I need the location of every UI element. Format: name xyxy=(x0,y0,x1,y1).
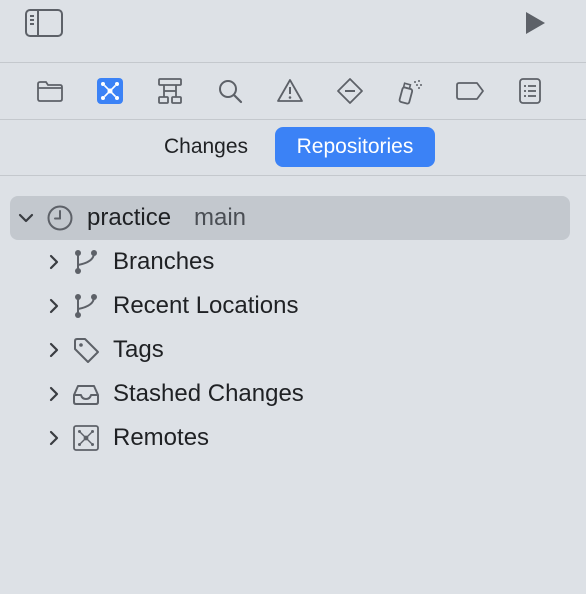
chevron-right-icon[interactable] xyxy=(44,252,64,272)
tree-item-recent-locations[interactable]: Recent Locations xyxy=(0,284,586,328)
search-icon xyxy=(219,80,243,104)
folder-icon xyxy=(37,81,63,102)
breakpoint-navigator-tab[interactable] xyxy=(454,75,486,107)
find-navigator-tab[interactable] xyxy=(214,75,246,107)
sidebar-toggle-button[interactable] xyxy=(22,6,66,40)
chevron-right-icon[interactable] xyxy=(44,428,64,448)
warning-icon xyxy=(277,79,303,102)
test-diamond-icon xyxy=(337,78,363,104)
segment-divider xyxy=(0,175,586,176)
tree-item-label: Stashed Changes xyxy=(113,380,304,407)
branch-icon xyxy=(75,250,97,274)
chevron-right-icon[interactable] xyxy=(44,296,64,316)
tree-item-label: Remotes xyxy=(113,424,210,451)
hierarchy-icon xyxy=(158,78,182,104)
tree-item-branches[interactable]: Branches xyxy=(0,240,586,284)
report-navigator-tab[interactable] xyxy=(514,75,546,107)
report-list-icon xyxy=(519,78,541,104)
tree-item-label: Recent Locations xyxy=(113,292,299,319)
test-navigator-tab[interactable] xyxy=(334,75,366,107)
navigator-selector-bar xyxy=(0,63,586,119)
source-control-icon xyxy=(97,78,123,104)
breakpoint-tag-icon xyxy=(456,82,484,100)
tree-item-stashed-changes[interactable]: Stashed Changes xyxy=(0,372,586,416)
tag-icon xyxy=(74,338,99,363)
clock-icon xyxy=(47,205,73,231)
chevron-right-icon[interactable] xyxy=(44,384,64,404)
issue-navigator-tab[interactable] xyxy=(274,75,306,107)
project-navigator-tab[interactable] xyxy=(34,75,66,107)
tree-item-remotes[interactable]: Remotes xyxy=(0,416,586,460)
tree-item-tags[interactable]: Tags xyxy=(0,328,586,372)
tree-item-label: Tags xyxy=(113,336,164,363)
changes-segment[interactable]: Changes xyxy=(150,127,262,167)
chevron-right-icon[interactable] xyxy=(44,340,64,360)
debug-spray-icon xyxy=(398,80,422,105)
source-control-navigator-tab[interactable] xyxy=(94,75,126,107)
remote-icon xyxy=(73,425,99,451)
play-icon xyxy=(526,12,545,34)
repositories-segment[interactable]: Repositories xyxy=(275,127,435,167)
branch-icon xyxy=(75,294,97,318)
top-toolbar xyxy=(0,0,586,62)
symbol-navigator-tab[interactable] xyxy=(154,75,186,107)
sidebar-icon xyxy=(25,9,63,37)
tree-item-label: Branches xyxy=(113,248,215,275)
navigator-bar-divider xyxy=(0,119,586,120)
run-button[interactable] xyxy=(514,6,554,40)
repository-name: practice xyxy=(87,204,172,231)
debug-navigator-tab[interactable] xyxy=(394,75,426,107)
repository-row[interactable]: practice main xyxy=(0,196,586,240)
tray-icon xyxy=(73,385,99,405)
current-branch-label: main xyxy=(194,204,247,231)
chevron-down-icon[interactable] xyxy=(16,208,36,228)
